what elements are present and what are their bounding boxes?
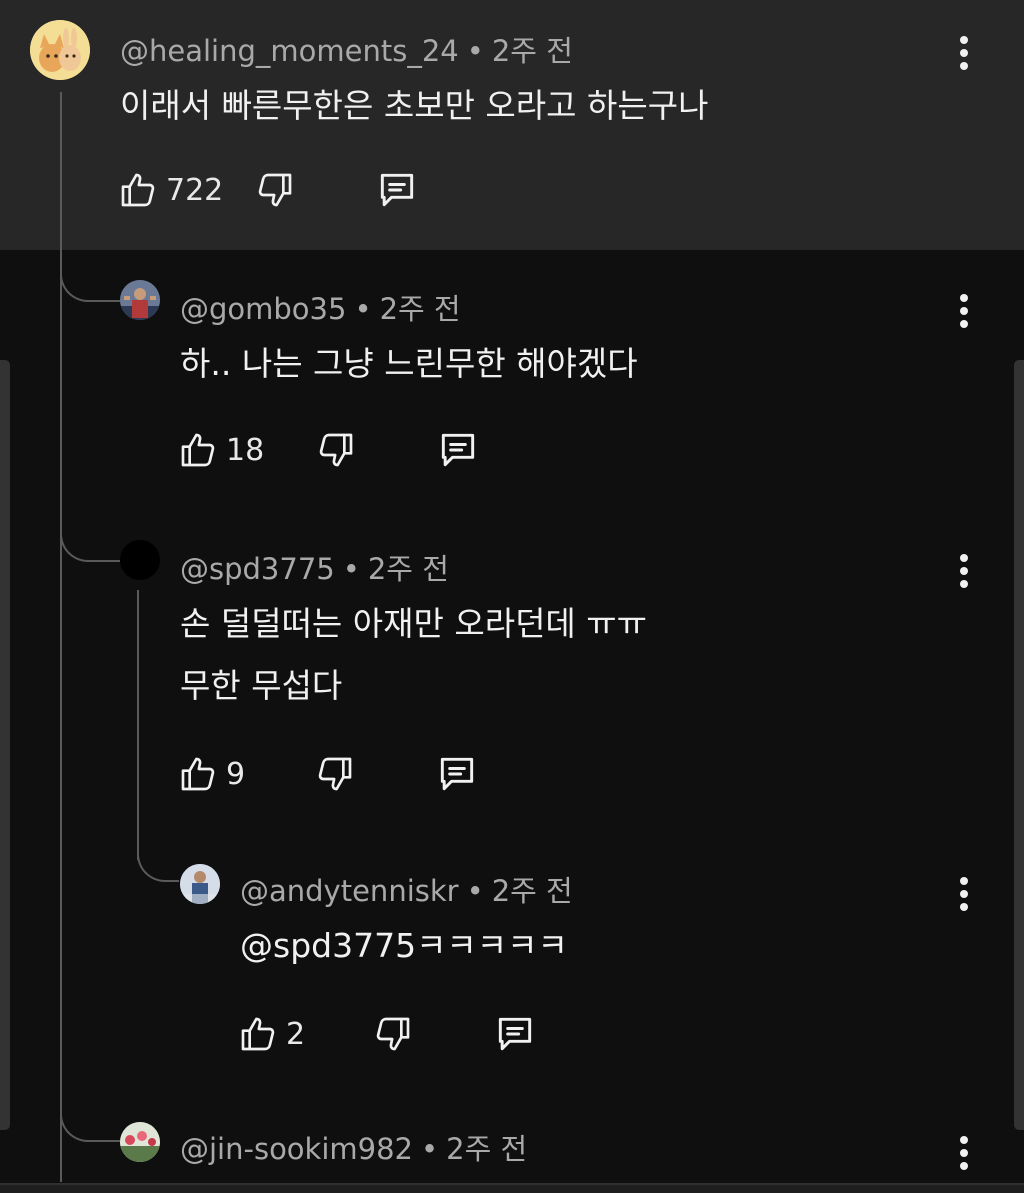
dislike-button[interactable] [315,754,355,794]
comment-meta: @andytenniskr • 2주 전 [240,868,573,910]
comment-actions: 9 [178,752,479,796]
comment-meta: @healing_moments_24 • 2주 전 [120,28,573,70]
thumbs-down-icon [318,757,352,791]
comment-text: 하.. 나는 그냥 느린무한 해야겠다 [180,338,638,390]
thumbs-up-icon [241,1017,275,1051]
thread-branch [60,250,120,302]
like-button[interactable]: 722 [118,170,223,210]
comment-meta: @spd3775 • 2주 전 [180,546,449,588]
meta-separator: • [421,1132,439,1166]
more-vert-icon[interactable] [958,1136,970,1170]
black-circle-avatar-icon [120,540,160,580]
reply-button[interactable] [493,1012,537,1056]
person-photo-avatar-icon [120,280,160,320]
like-count: 9 [226,756,246,792]
comment-actions: 2 [238,1012,537,1056]
comment-text-line: 이래서 빠른무한은 초보만 오라고 하는구나 [120,86,709,125]
thumbs-down-icon [376,1017,410,1051]
reply-button[interactable] [435,752,479,796]
comment-author[interactable]: @andytenniskr [240,874,459,908]
comment-time: 2주 전 [446,1132,528,1166]
meta-separator: • [342,552,360,586]
comment-meta: @jin-sookim982 • 2주 전 [180,1126,527,1168]
thumbs-down-icon [319,433,353,467]
avatar[interactable] [120,540,160,580]
comment-author[interactable]: @jin-sookim982 [180,1132,413,1166]
thumbs-down-icon [259,173,292,207]
meta-separator: • [466,34,484,68]
more-vert-icon[interactable] [958,877,970,911]
comment-time: 2주 전 [367,552,449,586]
cat-dog-cartoon-avatar-icon [30,20,90,80]
bottom-divider [0,1183,1024,1193]
dislike-button[interactable] [373,1014,413,1054]
like-button[interactable]: 9 [178,754,245,794]
thumbs-up-icon [181,757,215,791]
thread-branch [60,1090,120,1142]
reply-icon [442,433,475,467]
comment-author[interactable]: @healing_moments_24 [120,34,459,68]
comment-actions: 18 [178,428,480,472]
avatar[interactable] [30,20,90,80]
comment-time: 2주 전 [491,874,573,908]
comment-author[interactable]: @gombo35 [180,292,346,326]
reply-button[interactable] [436,428,480,472]
thumbs-up-icon [121,173,155,207]
avatar[interactable] [120,1122,160,1162]
left-scroll-indicator [0,360,10,1130]
comment-text-line: @spd3775ㅋㅋㅋㅋㅋ [240,926,568,965]
like-count: 2 [286,1016,306,1052]
more-vert-icon[interactable] [958,294,970,328]
comment-time: 2주 전 [379,292,461,326]
like-button[interactable]: 2 [238,1014,305,1054]
like-count: 18 [226,432,265,468]
comment-text-line: 하.. 나는 그냥 느린무한 해야겠다 [180,344,638,383]
avatar[interactable] [180,864,220,904]
meta-separator: • [466,874,484,908]
more-vert-icon[interactable] [958,554,970,588]
reply-icon [381,173,414,207]
scrollbar[interactable] [1014,360,1024,1130]
avatar[interactable] [120,280,160,320]
meta-separator: • [354,292,372,326]
more-vert-icon[interactable] [958,36,970,70]
dislike-button[interactable] [316,430,356,470]
comment-author[interactable]: @spd3775 [180,552,335,586]
reply-button[interactable] [375,168,419,212]
like-count: 722 [166,172,224,208]
comment-text-line: 무한 무섭다 [180,666,343,705]
comment-text: @spd3775ㅋㅋㅋㅋㅋ [240,920,568,972]
person-tennis-avatar-icon [180,864,220,904]
comment-time: 2주 전 [491,34,573,68]
comment-text-line: 손 덜덜떠는 아재만 오라던데 ㅠㅠ [180,604,647,643]
thread-branch [60,510,120,562]
thread-branch [137,830,179,882]
comment-actions: 722 [118,168,419,212]
comment-text: 이래서 빠른무한은 초보만 오라고 하는구나 [120,80,708,132]
thread-line [137,590,139,860]
comment-meta: @gombo35 • 2주 전 [180,286,461,328]
reply-icon [440,757,474,791]
dislike-button[interactable] [255,170,295,210]
like-button[interactable]: 18 [178,430,264,470]
thumbs-up-icon [181,433,215,467]
flowers-avatar-icon [120,1122,160,1162]
comment-text: 손 덜덜떠는 아재만 오라던데 ㅠㅠ 무한 무섭다 [180,598,647,712]
reply-icon [498,1017,532,1051]
